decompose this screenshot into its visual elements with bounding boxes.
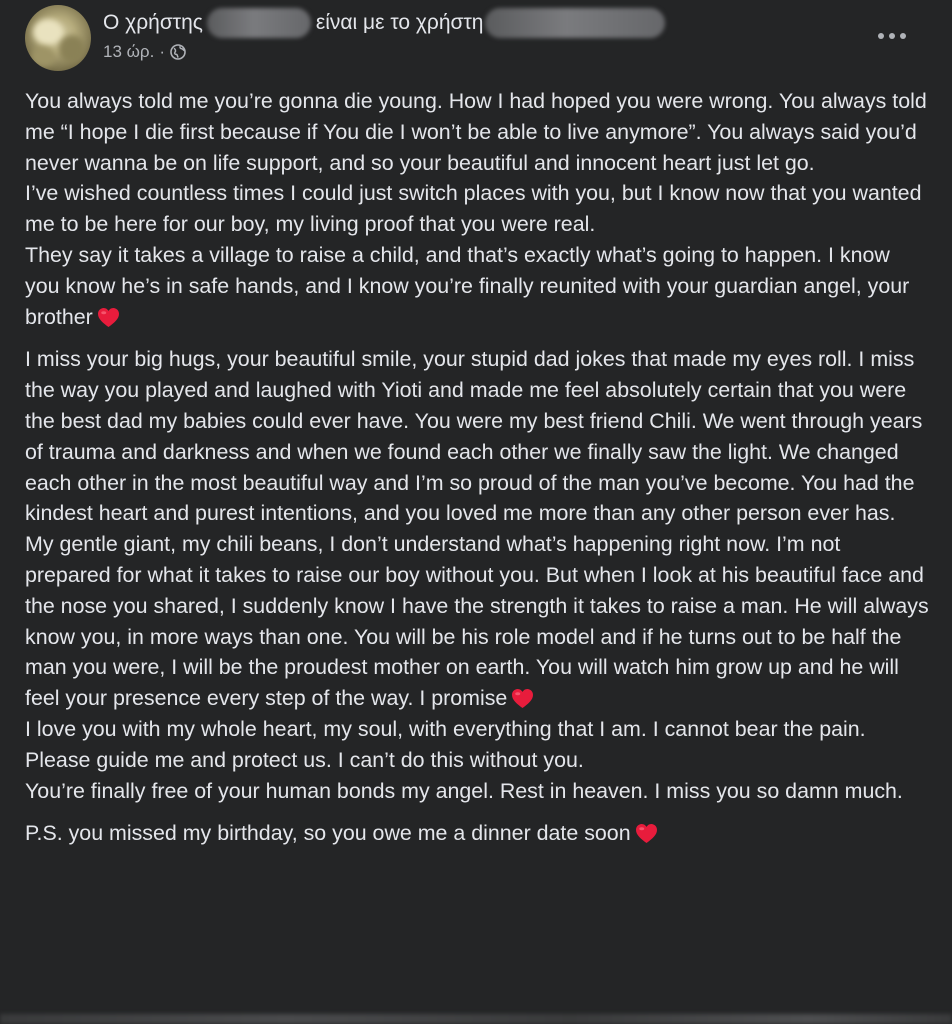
paragraph: I love you with my whole heart, my soul,… [25,716,866,772]
more-dot [889,33,895,39]
avatar-highlight [33,19,63,45]
paragraph-text: My gentle giant, my chili beans, I don’t… [25,532,929,711]
paragraph: You always told me you’re gonna die youn… [25,89,927,175]
author-prefix: Ο χρήστης [103,11,203,34]
post-meta: 13 ώρ. · [103,42,186,62]
heart-emoji-icon [635,824,657,844]
paragraph: I miss your big hugs, your beautiful smi… [25,347,923,526]
paragraph-with-heart: P.S. you missed my birthday, so you owe … [25,818,930,849]
avatar-shadow [59,35,85,63]
more-dot [900,33,906,39]
blurred-author-name[interactable] [206,8,311,38]
post-timestamp[interactable]: 13 ώρ. [103,42,154,62]
paragraph: You’re finally free of your human bonds … [25,778,903,803]
heart-emoji-icon [97,307,119,327]
post-body: You always told me you’re gonna die youn… [25,86,930,849]
paragraph-text: They say it takes a village to raise a c… [25,242,910,329]
more-options-icon[interactable] [866,22,918,50]
tagged-with-text: είναι με το χρήστη [315,11,484,34]
globe-icon[interactable] [170,44,186,60]
paragraph: I’ve wished countless times I could just… [25,181,922,237]
meta-separator: · [159,42,165,61]
post-header: Ο χρήστης είναι με το χρήστη [103,8,666,38]
paragraph-with-heart: They say it takes a village to raise a c… [25,240,930,332]
blurred-tagged-name[interactable] [485,8,666,38]
author-avatar[interactable] [25,5,91,71]
cropped-content-strip [0,1014,952,1024]
paragraph-text: P.S. you missed my birthday, so you owe … [25,821,631,846]
facebook-post: Ο χρήστης είναι με το χρήστη 13 ώρ. · Yo… [0,0,952,1024]
more-dot [878,33,884,39]
avatar-tone [31,47,55,67]
paragraph-with-heart: My gentle giant, my chili beans, I don’t… [25,529,930,714]
heart-emoji-icon [512,689,534,709]
